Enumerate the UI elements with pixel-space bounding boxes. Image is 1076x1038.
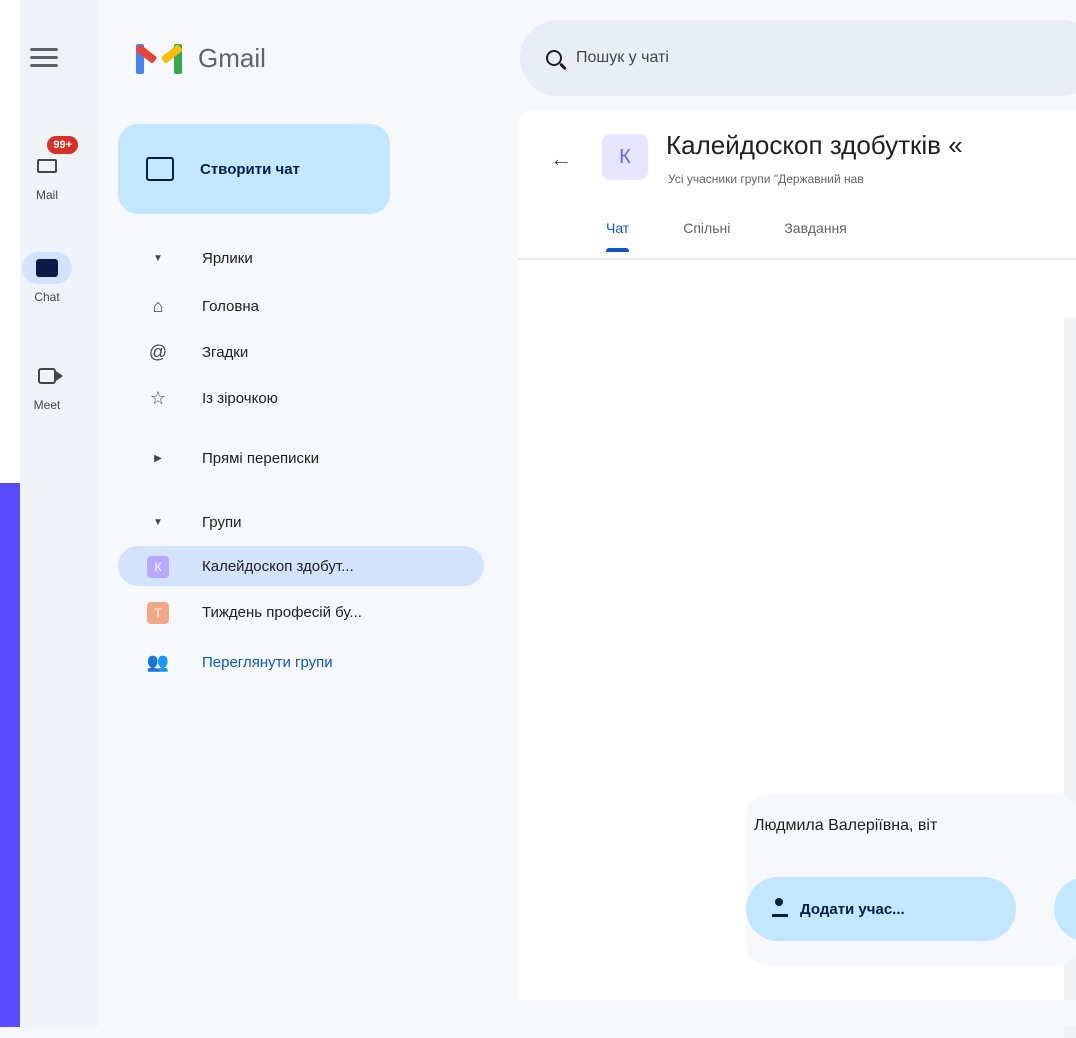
- spaces-section-toggle[interactable]: ▼ Групи: [118, 502, 484, 542]
- dm-header: Прямі переписки: [202, 449, 319, 467]
- secondary-action-button[interactable]: [1054, 877, 1076, 941]
- space-item-kaleidoscope[interactable]: К Калейдоскоп здобут...: [118, 546, 484, 586]
- add-members-label: Додати учас...: [800, 900, 905, 918]
- dm-section-toggle[interactable]: ▶ Прямі переписки: [118, 438, 484, 478]
- rail-meet-label: Meet: [33, 398, 61, 412]
- app-rail: 99+ Mail Chat Meet: [20, 0, 98, 1027]
- space-name: Тиждень професій бу...: [202, 603, 362, 621]
- shortcuts-section-toggle[interactable]: ▼ Ярлики: [118, 238, 484, 278]
- room-header: ← К Калейдоскоп здобутків « Усі учасники…: [518, 110, 1076, 260]
- caret-down-icon: ▼: [153, 516, 163, 528]
- search-placeholder: Пошук у чаті: [576, 49, 669, 66]
- chat-search-bar[interactable]: Пошук у чаті: [520, 20, 1076, 96]
- home-icon: ⌂: [152, 295, 164, 316]
- new-chat-button[interactable]: Створити чат: [118, 124, 390, 214]
- browse-spaces-label: Переглянути групи: [202, 653, 333, 671]
- sidebar: Gmail Створити чат ▼ Ярлики ⌂ Головна @ …: [98, 0, 513, 1027]
- tab-chat[interactable]: Чат: [606, 220, 630, 252]
- left-edge-white: [0, 0, 20, 483]
- room-title[interactable]: Калейдоскоп здобутків «: [666, 130, 963, 161]
- room-avatar: К: [602, 134, 648, 180]
- nav-mentions[interactable]: @ Згадки: [118, 332, 484, 372]
- main-menu-button[interactable]: [30, 48, 58, 70]
- space-avatar: Т: [147, 601, 169, 624]
- caret-right-icon: ▶: [154, 452, 162, 464]
- meet-icon: [22, 360, 72, 392]
- shortcuts-header: Ярлики: [202, 249, 253, 267]
- left-edge-accent: [0, 483, 20, 1027]
- at-sign-icon: @: [148, 341, 168, 362]
- nav-starred[interactable]: ☆ Із зірочкою: [118, 378, 484, 418]
- app-name: Gmail: [198, 42, 266, 73]
- browse-spaces-link[interactable]: 👥 Переглянути групи: [118, 642, 484, 682]
- back-arrow-icon[interactable]: ←: [550, 146, 572, 172]
- chat-icon: [22, 252, 72, 284]
- space-avatar: К: [147, 555, 169, 578]
- nav-home[interactable]: ⌂ Головна: [118, 286, 484, 326]
- rail-mail-label: Mail: [35, 188, 58, 202]
- space-item-career-week[interactable]: Т Тиждень професій бу...: [118, 592, 484, 632]
- unread-badge: 99+: [47, 136, 78, 154]
- welcome-card: Людмила Валеріївна, віт Додати учас...: [746, 795, 1076, 965]
- new-chat-label: Створити чат: [200, 160, 300, 178]
- chat-bubble-icon: [146, 157, 174, 181]
- room-tabs: Чат Спільні Завдання: [606, 220, 847, 252]
- space-name: Калейдоскоп здобут...: [202, 557, 354, 575]
- caret-down-icon: ▼: [153, 252, 163, 264]
- rail-meet[interactable]: Meet: [20, 360, 74, 412]
- nav-mentions-label: Згадки: [202, 343, 249, 361]
- chat-main-panel: ← К Калейдоскоп здобутків « Усі учасники…: [518, 110, 1076, 1038]
- search-icon: [546, 50, 562, 66]
- rail-mail[interactable]: 99+ Mail: [20, 136, 78, 202]
- add-members-button[interactable]: Додати учас...: [746, 877, 1016, 941]
- rail-chat-label: Chat: [34, 290, 60, 304]
- spaces-header: Групи: [202, 513, 242, 531]
- people-icon: 👥: [146, 651, 170, 672]
- composer-area[interactable]: [518, 1000, 1076, 1027]
- room-subtitle: Усі учасники групи "Державний нав: [668, 172, 864, 186]
- rail-chat[interactable]: Chat: [20, 252, 74, 304]
- mail-icon: 99+: [22, 136, 78, 182]
- gmail-logo[interactable]: Gmail: [135, 40, 266, 76]
- nav-starred-label: Із зірочкою: [202, 389, 278, 407]
- welcome-message: Людмила Валеріївна, віт: [754, 817, 938, 834]
- tab-tasks[interactable]: Завдання: [784, 220, 847, 236]
- add-people-icon: [772, 897, 788, 917]
- gmail-m-icon: [135, 40, 183, 76]
- star-icon: ☆: [149, 387, 167, 408]
- nav-home-label: Головна: [202, 297, 259, 315]
- tab-shared[interactable]: Спільні: [683, 220, 730, 236]
